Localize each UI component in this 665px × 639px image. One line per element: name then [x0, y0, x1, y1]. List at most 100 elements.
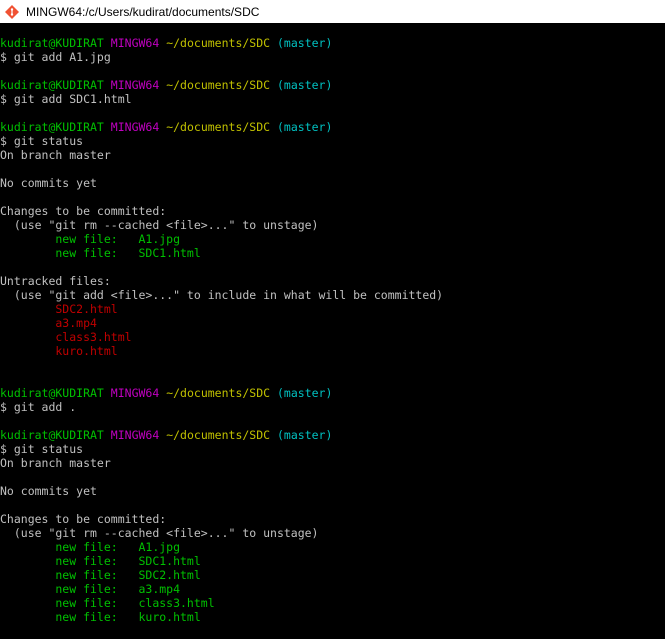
terminal-line: SDC2.html	[0, 302, 665, 316]
terminal-text: new file: kuro.html	[0, 610, 201, 624]
terminal-text: new file: A1.jpg	[0, 232, 181, 246]
terminal-line: (use "git add <file>..." to include in w…	[0, 288, 665, 302]
terminal-text: On branch master	[0, 148, 111, 162]
terminal-text: new file: SDC2.html	[0, 568, 201, 582]
terminal-text: new file: class3.html	[0, 596, 215, 610]
terminal-line: new file: SDC1.html	[0, 246, 665, 260]
terminal-text: ~/documents/SDC	[166, 120, 271, 134]
terminal-text: new file: A1.jpg	[0, 540, 181, 554]
terminal-line: new file: SDC2.html	[0, 568, 665, 582]
terminal-text: (master)	[277, 386, 333, 400]
terminal-text: Changes to be committed:	[0, 512, 167, 526]
terminal-text: a3.mp4	[0, 316, 97, 330]
terminal-text: kudirat@KUDIRAT	[0, 36, 104, 50]
terminal-text: kudirat@KUDIRAT	[0, 120, 104, 134]
terminal-text: Changes to be committed:	[0, 204, 167, 218]
terminal-line: (use "git rm --cached <file>..." to unst…	[0, 526, 665, 540]
terminal-text: SDC2.html	[0, 302, 118, 316]
terminal-text: $ git status	[0, 442, 84, 456]
terminal-text: Untracked files:	[0, 274, 111, 288]
terminal-line: Untracked files:	[0, 274, 665, 288]
terminal-line: kudirat@KUDIRAT MINGW64 ~/documents/SDC …	[0, 386, 665, 400]
terminal-line: $ git status	[0, 134, 665, 148]
terminal-text: $ git add SDC1.html	[0, 92, 132, 106]
terminal-text: MINGW64	[110, 78, 160, 92]
terminal-text: No commits yet	[0, 484, 97, 498]
window-title: MINGW64:/c/Users/kudirat/documents/SDC	[26, 4, 260, 19]
git-bash-icon	[4, 4, 20, 20]
terminal-text: MINGW64	[110, 386, 160, 400]
terminal-text: (master)	[277, 120, 333, 134]
terminal-line: $ git add A1.jpg	[0, 50, 665, 64]
terminal-line: No commits yet	[0, 176, 665, 190]
terminal-text: new file: SDC1.html	[0, 246, 201, 260]
terminal-line: new file: SDC1.html	[0, 554, 665, 568]
terminal-line: kudirat@KUDIRAT MINGW64 ~/documents/SDC …	[0, 120, 665, 134]
terminal-line: No commits yet	[0, 484, 665, 498]
terminal-text: class3.html	[0, 330, 132, 344]
terminal-text: (use "git rm --cached <file>..." to unst…	[0, 218, 319, 232]
terminal-text: new file: SDC1.html	[0, 554, 201, 568]
terminal-line: new file: A1.jpg	[0, 232, 665, 246]
terminal-text: kudirat@KUDIRAT	[0, 428, 104, 442]
terminal-line: kuro.html	[0, 344, 665, 358]
window-titlebar[interactable]: MINGW64:/c/Users/kudirat/documents/SDC	[0, 0, 665, 23]
terminal-line: new file: A1.jpg	[0, 540, 665, 554]
terminal-line: kudirat@KUDIRAT MINGW64 ~/documents/SDC …	[0, 78, 665, 92]
terminal-line: class3.html	[0, 330, 665, 344]
terminal-text: (master)	[277, 428, 333, 442]
terminal-line: kudirat@KUDIRAT MINGW64 ~/documents/SDC …	[0, 428, 665, 442]
terminal-text: MINGW64	[110, 120, 160, 134]
terminal-text: ~/documents/SDC	[166, 78, 271, 92]
terminal-text: (use "git rm --cached <file>..." to unst…	[0, 526, 319, 540]
terminal-text: (master)	[277, 78, 333, 92]
terminal-text: On branch master	[0, 456, 111, 470]
terminal-text: $ git add A1.jpg	[0, 50, 111, 64]
terminal-line: Changes to be committed:	[0, 204, 665, 218]
terminal-text: ~/documents/SDC	[166, 428, 271, 442]
terminal-line: new file: a3.mp4	[0, 582, 665, 596]
terminal-text: kuro.html	[0, 344, 118, 358]
terminal-text: MINGW64	[110, 428, 160, 442]
terminal-line: a3.mp4	[0, 316, 665, 330]
terminal-text: $ git status	[0, 134, 84, 148]
terminal-text: MINGW64	[110, 36, 160, 50]
terminal-line: $ git add SDC1.html	[0, 92, 665, 106]
terminal-text: kudirat@KUDIRAT	[0, 78, 104, 92]
terminal-line: On branch master	[0, 456, 665, 470]
terminal-text: (master)	[277, 36, 333, 50]
terminal-line: Changes to be committed:	[0, 512, 665, 526]
terminal-text: $ git add .	[0, 400, 77, 414]
terminal-text: ~/documents/SDC	[166, 36, 271, 50]
terminal-line: $ git status	[0, 442, 665, 456]
terminal-text: ~/documents/SDC	[166, 386, 271, 400]
terminal-line: kudirat@KUDIRAT MINGW64 ~/documents/SDC …	[0, 36, 665, 50]
terminal-text: (use "git add <file>..." to include in w…	[0, 288, 444, 302]
terminal-line: new file: kuro.html	[0, 610, 665, 624]
terminal-text: No commits yet	[0, 176, 97, 190]
terminal-line: On branch master	[0, 148, 665, 162]
terminal-output[interactable]: kudirat@KUDIRAT MINGW64 ~/documents/SDC …	[0, 23, 665, 639]
terminal-text: new file: a3.mp4	[0, 582, 181, 596]
terminal-line: (use "git rm --cached <file>..." to unst…	[0, 218, 665, 232]
terminal-line: new file: class3.html	[0, 596, 665, 610]
